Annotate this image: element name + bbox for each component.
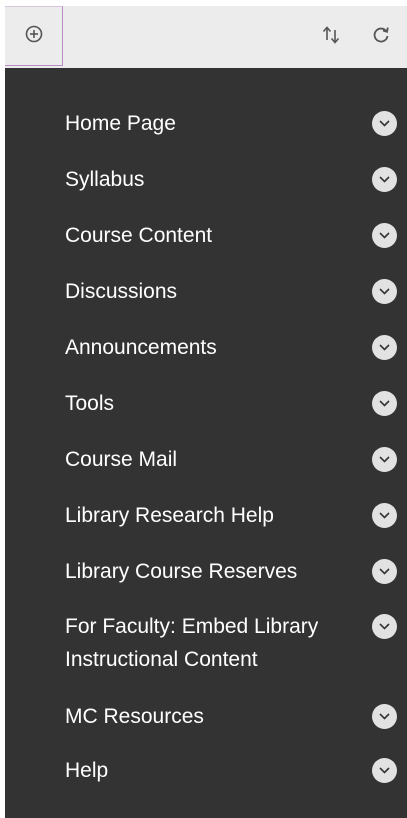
chevron-down-icon[interactable] [372,559,397,584]
refresh-menu-button[interactable] [369,26,393,48]
menu-item-label: For Faculty: Embed Library Instructional… [65,615,319,671]
chevron-down-icon[interactable] [372,279,397,304]
menu-item-label: Home Page [65,112,176,135]
chevron-down-icon[interactable] [372,447,397,472]
chevron-down-icon[interactable] [372,223,397,248]
chevron-down-icon[interactable] [372,704,397,729]
menu-item-label: Library Course Reserves [65,560,298,583]
menu-item-label: Discussions [65,280,178,303]
add-menu-item-button[interactable] [5,6,63,66]
chevron-down-icon[interactable] [372,614,397,639]
add-circle-icon [25,25,43,48]
chevron-down-icon[interactable] [372,391,397,416]
menu-item-label: MC Resources [65,705,204,728]
reorder-arrows-icon [320,25,342,50]
menu-item-label: Help [65,759,109,782]
reorder-menu-button[interactable] [319,25,343,50]
chevron-down-icon[interactable] [372,335,397,360]
refresh-icon [371,25,391,50]
menu-item-label: Course Mail [65,448,178,471]
menu-item-label: Tools [65,392,115,415]
chevron-down-icon[interactable] [372,503,397,528]
menu-item-label: Syllabus [65,168,145,191]
chevron-down-icon[interactable] [372,111,397,136]
chevron-down-icon[interactable] [372,758,397,783]
course-menu-panel: Home Page Syllabus Course Content Discus… [5,6,407,818]
chevron-down-icon[interactable] [372,167,397,192]
course-menu-toolbar [5,6,407,68]
menu-item-label: Announcements [65,336,217,359]
menu-item-label: Course Content [65,224,213,247]
menu-item-label: Library Research Help [65,504,274,527]
